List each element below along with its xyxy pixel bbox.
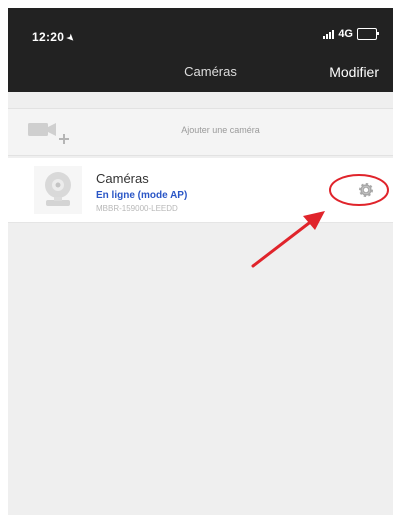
camera-list-item[interactable]: Caméras En ligne (mode AP) MBBR-159000-L… — [8, 158, 393, 223]
gear-icon — [359, 183, 373, 197]
battery-icon — [357, 28, 379, 40]
edit-button[interactable]: Modifier — [329, 64, 379, 80]
network-label: 4G — [338, 28, 353, 40]
phone-screen: 12:20➤ 4G Caméras Modifier Ajouter une c… — [8, 8, 393, 515]
add-camera-label: Ajouter une caméra — [181, 125, 260, 135]
status-indicators: 4G — [323, 28, 379, 40]
add-camera-row[interactable]: Ajouter une caméra — [8, 108, 393, 156]
annotation-arrow — [251, 211, 325, 268]
camera-status: En ligne (mode AP) — [96, 190, 188, 201]
camera-thumbnail-icon — [34, 166, 82, 214]
signal-icon — [323, 29, 335, 39]
location-arrow-icon: ➤ — [63, 31, 78, 46]
status-time: 12:20➤ — [32, 30, 78, 46]
camera-id: MBBR-159000-LEEDD — [96, 204, 178, 213]
camera-name: Caméras — [96, 171, 149, 186]
top-bar: 12:20➤ 4G Caméras Modifier — [8, 8, 393, 92]
camera-settings-button[interactable] — [328, 172, 390, 208]
